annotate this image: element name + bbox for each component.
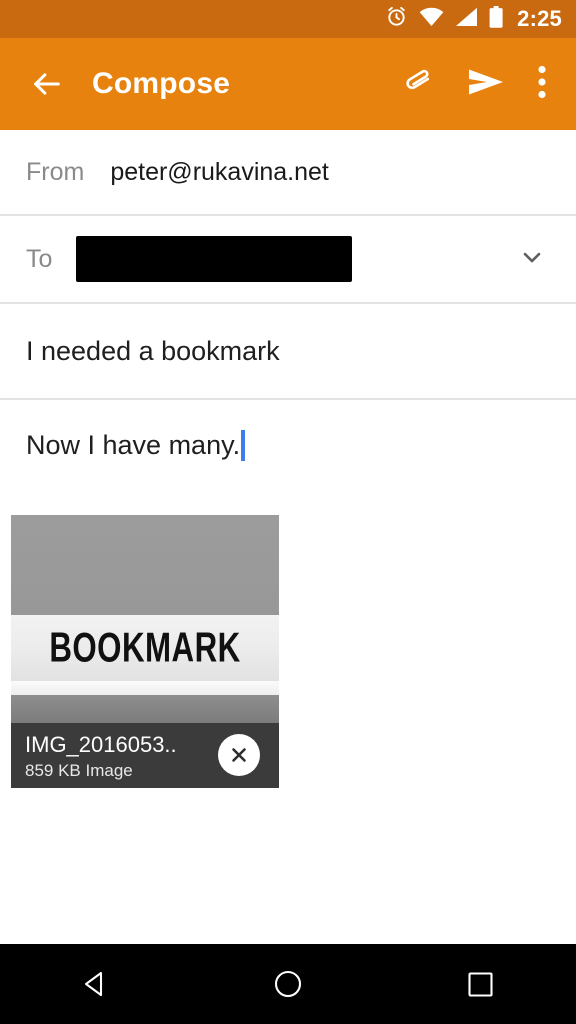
body-input-wrapper[interactable]: Now I have many.	[26, 430, 246, 461]
to-field-row[interactable]: To	[0, 216, 576, 304]
paperclip-icon[interactable]	[401, 65, 434, 103]
photo-sign-text: BOOKMARK	[49, 624, 241, 671]
attachment-caption: IMG_2016053.. 859 KB Image	[11, 723, 279, 788]
android-navigation-bar	[0, 944, 576, 1024]
attachment-filename: IMG_2016053..	[25, 732, 177, 757]
message-body-area[interactable]: Now I have many. BOOKMARK IMG_2016053.. …	[0, 400, 576, 940]
back-triangle-icon[interactable]	[0, 944, 192, 1024]
battery-icon	[489, 5, 503, 33]
to-label: To	[26, 244, 53, 273]
photo-shelf-face	[11, 695, 279, 723]
from-label: From	[26, 157, 85, 186]
wifi-icon	[419, 7, 444, 32]
text-caret	[241, 430, 246, 461]
recents-square-icon[interactable]	[384, 944, 576, 1024]
subject-field-row[interactable]: I needed a bookmark	[0, 304, 576, 400]
body-input[interactable]: Now I have many.	[26, 430, 240, 461]
attachment-card[interactable]: BOOKMARK IMG_2016053.. 859 KB Image	[11, 515, 279, 788]
close-icon[interactable]	[218, 734, 260, 776]
app-bar: Compose	[0, 38, 576, 130]
send-icon[interactable]	[468, 67, 504, 102]
home-circle-icon[interactable]	[192, 944, 384, 1024]
photo-shelf-top	[11, 681, 279, 695]
to-recipient-redaction[interactable]	[76, 236, 353, 282]
app-bar-actions	[401, 65, 576, 104]
photo-sign: BOOKMARK	[11, 615, 279, 681]
chevron-down-icon[interactable]	[518, 243, 546, 276]
subject-input[interactable]: I needed a bookmark	[26, 336, 280, 367]
cellular-signal-icon	[455, 7, 478, 32]
from-field-row[interactable]: From peter@rukavina.net	[0, 130, 576, 216]
photo-wall	[11, 515, 279, 615]
back-arrow-icon[interactable]	[30, 67, 64, 101]
from-value[interactable]: peter@rukavina.net	[110, 158, 329, 187]
phone-screen: 2:25 Compose From peter@rukavina.net To …	[0, 0, 576, 1024]
attachment-size: 859 KB Image	[25, 761, 133, 780]
status-time: 2:25	[517, 6, 562, 31]
alarm-clock-icon	[385, 5, 408, 33]
status-bar: 2:25	[0, 0, 576, 38]
page-title: Compose	[92, 67, 231, 100]
more-options-icon[interactable]	[538, 65, 546, 104]
